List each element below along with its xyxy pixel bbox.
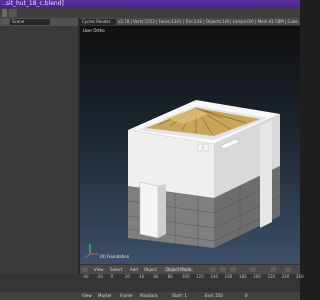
timeline-tick-label: 220 — [267, 274, 276, 279]
3d-viewport[interactable]: User Ortho (0) Foundation — [80, 26, 300, 264]
timeline-tick-label: 20 — [124, 274, 130, 279]
frame-menu[interactable]: Frame — [120, 293, 132, 298]
timeline-tick-label: 60 — [153, 274, 159, 279]
editor-type-icon[interactable] — [82, 267, 88, 272]
door-slab-side — [158, 184, 166, 238]
timeline-tick-label: -40 — [82, 274, 89, 279]
axis-gizmo — [84, 244, 98, 259]
timeline-tick-label: 80 — [167, 274, 173, 279]
timeline-ruler[interactable]: -40 -20 0 20 40 60 80 100 120 140 160 180 200 220 240 2… — [80, 274, 304, 280]
current-frame-field[interactable]: 0 — [245, 293, 248, 298]
pivot-icon[interactable] — [220, 267, 226, 272]
scene-field[interactable]: Scene — [10, 19, 50, 25]
scene-stats: v2.78 | Verts:1552 | Faces:1341 | Tris:3… — [118, 19, 298, 24]
marker-menu[interactable]: Marker — [98, 293, 112, 298]
timeline-header: View Marker Frame Playback Start: 1 End:… — [0, 292, 300, 300]
timeline-tick-label: 0 — [110, 274, 114, 279]
editor-type-icon[interactable] — [2, 19, 8, 24]
timeline-tick-label: 140 — [210, 274, 219, 279]
end-frame-field[interactable]: End: 250 — [205, 293, 223, 298]
object-name-label: (0) Foundation — [100, 254, 130, 259]
view-menu[interactable]: View — [94, 267, 104, 272]
roof-item-2 — [203, 143, 209, 152]
timeline-tick-label: 200 — [253, 274, 261, 279]
render-engine-select[interactable]: Cycles Render — [80, 19, 116, 25]
snap-icon[interactable] — [270, 267, 276, 272]
select-menu[interactable]: Select — [110, 267, 122, 272]
menu-icon[interactable] — [9, 9, 17, 17]
window-menu-bar — [0, 8, 300, 18]
left-editor-panel[interactable] — [0, 26, 78, 292]
wall-pillar — [260, 120, 272, 228]
playback-menu[interactable]: Playback — [140, 293, 158, 298]
roof-item-1 — [197, 143, 203, 152]
left-editor-header: Scene — [0, 18, 78, 26]
timeline-tick-label: 120 — [196, 274, 204, 279]
start-frame-field[interactable]: Start: 1 — [172, 293, 187, 298]
timeline-tick-label: 160 — [224, 274, 233, 279]
timeline-tick-label: 240 — [281, 274, 290, 279]
timeline-view-menu[interactable]: View — [82, 293, 92, 298]
layers-icon[interactable] — [250, 267, 256, 272]
window-title: ..sit_hut_18_c.blend] — [0, 0, 300, 8]
timeline-tick-label: 180 — [238, 274, 247, 279]
object-menu[interactable]: Object — [144, 267, 157, 272]
timeline-tick-label: 260 — [296, 274, 304, 279]
viewport-header: View Select Add Object Object Mode — [80, 264, 300, 274]
manipulator-icon[interactable] — [230, 267, 236, 272]
door-slab — [139, 181, 159, 239]
hut-model[interactable] — [80, 26, 300, 264]
timeline-tick-label: 40 — [139, 274, 145, 279]
info-header: Scene Cycles Render v2.78 | Verts:1552 |… — [0, 18, 300, 26]
add-menu[interactable]: Add — [130, 267, 138, 272]
render-icon[interactable] — [285, 267, 291, 272]
shading-icon[interactable] — [210, 267, 216, 272]
timeline-tick-label: 100 — [181, 274, 190, 279]
timeline-tick-label: -20 — [96, 274, 103, 279]
mode-select[interactable]: Object Mode — [164, 267, 194, 272]
app-icon[interactable] — [2, 9, 7, 17]
